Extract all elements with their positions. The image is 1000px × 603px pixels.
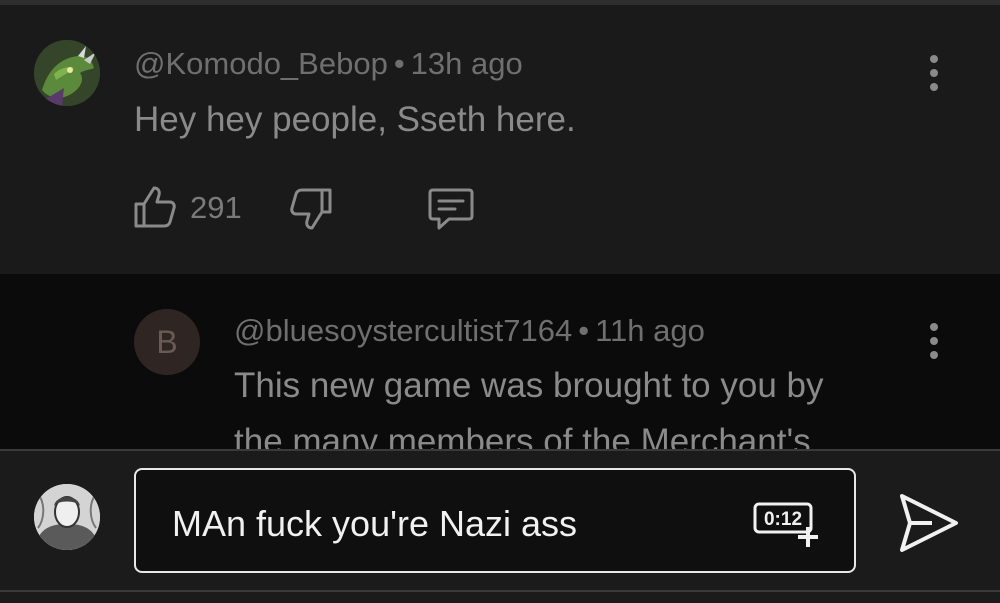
reply-comment-icon[interactable] <box>427 186 475 232</box>
comment-input-value: MAn fuck you're Nazi ass <box>172 503 578 544</box>
comment-author[interactable]: @Komodo_Bebop <box>134 46 388 81</box>
meta-separator: • <box>578 313 590 348</box>
add-timestamp-icon[interactable]: 0:12 <box>752 499 822 549</box>
reply-meta: @bluesoystercultist7164 • 11h ago <box>234 313 705 349</box>
reply-text-line-1: This new game was brought to you by <box>234 366 824 405</box>
user-avatar-icon <box>34 484 100 550</box>
reply-text-line-2: the many members of the Merchant's <box>234 422 811 449</box>
comment-text: Hey hey people, Sseth here. <box>134 100 576 139</box>
komodo-avatar-icon <box>34 40 100 106</box>
user-avatar <box>34 484 100 550</box>
comment-time: 13h ago <box>410 46 523 81</box>
timestamp-label: 0:12 <box>764 509 802 530</box>
bottom-divider <box>0 590 1000 592</box>
commenter-avatar[interactable] <box>34 40 100 106</box>
comment-input[interactable]: MAn fuck you're Nazi ass 0:12 <box>134 468 856 573</box>
more-vert-icon[interactable] <box>929 55 939 91</box>
reply-avatar[interactable]: B <box>134 309 200 375</box>
like-count: 291 <box>190 190 242 225</box>
thumbs-down-icon[interactable] <box>288 186 334 232</box>
meta-separator: • <box>393 46 405 81</box>
more-vert-icon[interactable] <box>929 323 939 359</box>
reply-time: 11h ago <box>595 313 705 348</box>
comment-meta: @Komodo_Bebop • 13h ago <box>134 46 523 82</box>
send-icon[interactable] <box>898 492 960 554</box>
thumbs-up-icon[interactable] <box>132 184 178 230</box>
reply-author[interactable]: @bluesoystercultist7164 <box>234 313 572 348</box>
